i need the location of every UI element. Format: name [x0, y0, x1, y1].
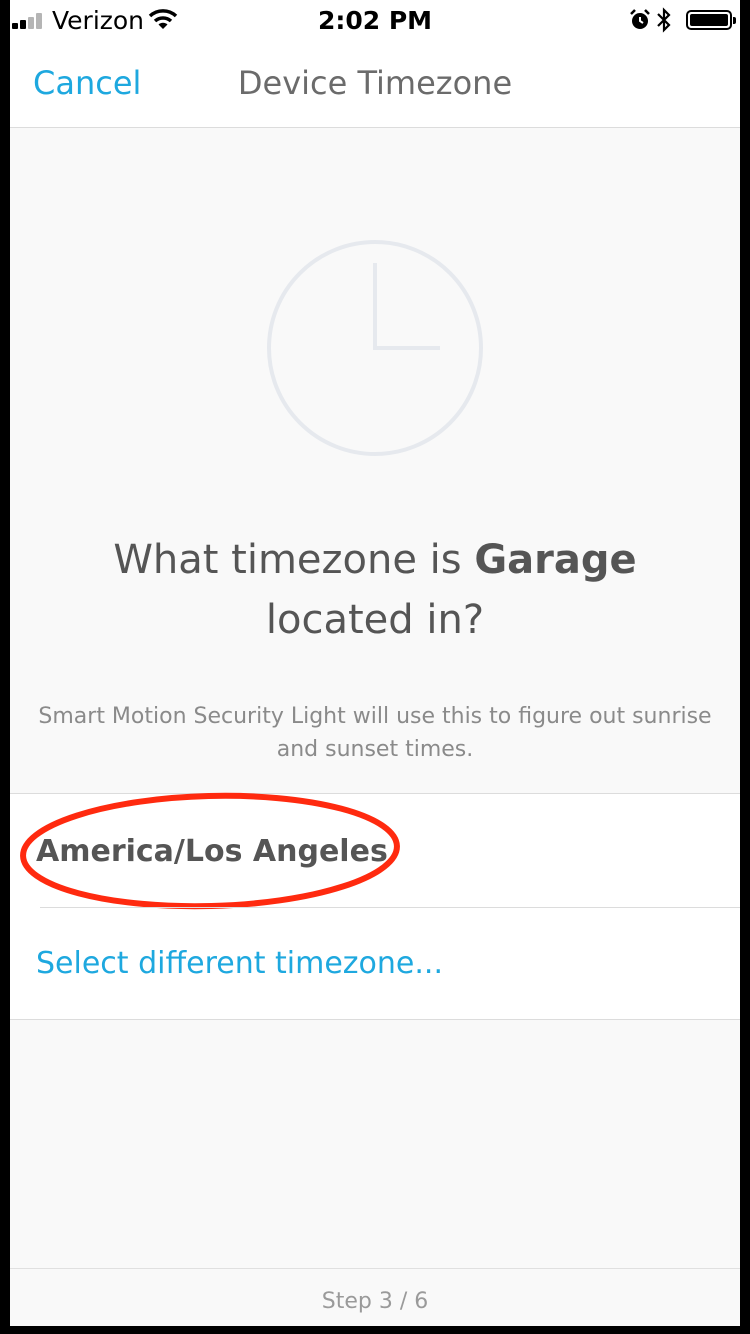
- question-prefix: What timezone is: [113, 537, 475, 583]
- timezone-question: What timezone is Garage located in?: [50, 530, 700, 650]
- alarm-icon: [630, 9, 650, 29]
- clock-icon: [267, 240, 483, 456]
- device-name: Garage: [474, 537, 637, 583]
- step-indicator: Step 3 / 6: [321, 1289, 429, 1314]
- navigation-bar: Cancel Device Timezone: [10, 40, 740, 128]
- status-bar: Verizon 2:02 PM: [10, 0, 740, 40]
- description-text: Smart Motion Security Light will use thi…: [38, 704, 712, 762]
- question-suffix: located in?: [265, 597, 485, 643]
- select-timezone-link[interactable]: Select different timezone...: [36, 946, 443, 981]
- app-screen: Verizon 2:02 PM Cancel Device Timezone W…: [10, 0, 740, 1326]
- current-timezone[interactable]: America/Los Angeles: [36, 834, 388, 869]
- timezone-list: America/Los Angeles Select different tim…: [10, 792, 740, 1020]
- list-divider: [40, 907, 740, 908]
- battery-icon: [686, 10, 736, 30]
- bluetooth-icon: [657, 7, 671, 33]
- footer: Step 3 / 6: [10, 1268, 740, 1326]
- page-title: Device Timezone: [237, 64, 513, 102]
